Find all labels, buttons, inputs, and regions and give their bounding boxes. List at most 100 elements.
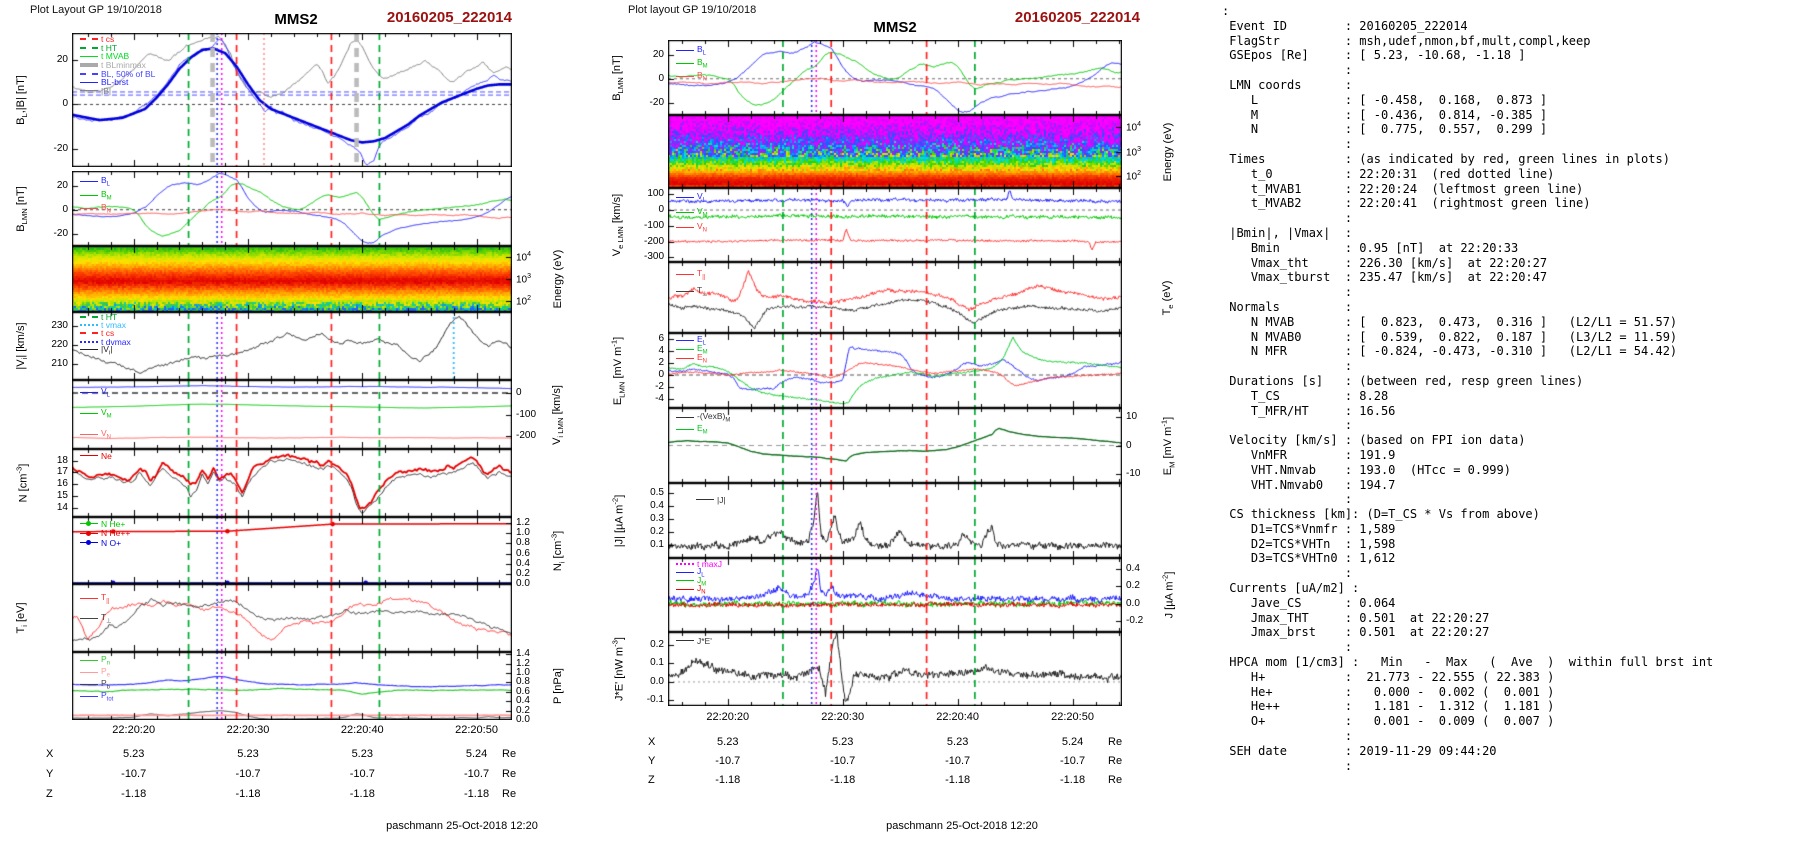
left-y-axis-label: BL,|B| [nT] — [14, 75, 30, 125]
left-ytick-label: 20 — [56, 53, 68, 65]
left-xyz-row-label: X — [46, 748, 54, 760]
left-ytick-label: 14 — [56, 501, 68, 513]
left-ytick-label: 0.8 — [516, 536, 530, 548]
middle-ytick-label: 0.4 — [1126, 562, 1140, 574]
middle-ytick-label: 6 — [658, 332, 664, 344]
middle-time-tick-label: 22:20:30 — [821, 711, 865, 723]
middle-ytick-label: 0 — [658, 368, 664, 380]
left-ytick-label: 104 — [516, 250, 532, 263]
middle-xyz-row-label: X — [648, 736, 656, 748]
left-ytick-label: 0 — [516, 386, 522, 398]
middle-legend-j-lmn: t maxJ JL JM JN — [676, 559, 722, 596]
figure-footer-middle: paschmann 25-Oct-2018 12:20 — [886, 820, 1038, 832]
middle-ytick-label: -4 — [655, 392, 664, 404]
left-xyz-value: 5.23 — [122, 748, 145, 760]
middle-ytick-label: -0.1 — [646, 693, 664, 705]
left-xyz-value: -1.18 — [235, 788, 261, 800]
left-ytick-label: 0.0 — [516, 577, 530, 589]
left-panel-ti — [72, 584, 512, 652]
middle-legend-te: T|| T⊥ — [676, 266, 707, 300]
middle-legend-e-lmn: EL EM EN — [676, 334, 708, 365]
middle-ytick-label: 20 — [652, 48, 664, 60]
left-ytick-label: -20 — [53, 227, 68, 239]
left-xyz-value: -1.18 — [349, 788, 375, 800]
middle-ytick-label: 0.5 — [650, 486, 664, 498]
left-xyz-unit: Re — [502, 788, 517, 800]
middle-xyz-value: -1.18 — [1060, 774, 1086, 786]
middle-right-axis-label: J [µA m-2] — [1160, 571, 1176, 619]
left-xyz-unit: Re — [502, 768, 517, 780]
left-time-tick-label: 22:20:40 — [340, 724, 384, 736]
middle-y-axis-label: Ve LMN [km/s] — [610, 193, 626, 257]
left-y-axis-label: Ti [eV] — [14, 602, 30, 634]
screenshot-root: Plot Layout GP 19/10/2018 MMS2 20160205_… — [0, 0, 1804, 841]
left-time-tick-label: 22:20:50 — [455, 724, 498, 736]
plot-layout-header-middle: Plot layout GP 19/10/2018 — [628, 4, 757, 16]
left-y-axis-label: BLMN [nT] — [14, 185, 30, 232]
middle-xyz-row-label: Z — [648, 774, 655, 786]
middle-ytick-label: 0 — [658, 72, 664, 84]
middle-ytick-label: 0.2 — [1126, 579, 1140, 591]
middle-legend-vexb-em: -(VexB)M EM — [676, 411, 730, 435]
left-legend-pressure: Pn Pe Pb Ptot — [80, 654, 113, 702]
middle-panel-ve-lmn — [668, 188, 1122, 262]
left-legend-ti: T|| T⊥ — [80, 588, 111, 628]
left-panel-vi-mag — [72, 312, 512, 380]
middle-ytick-label: 104 — [1126, 120, 1142, 133]
left-ytick-label: -200 — [516, 429, 537, 441]
left-panel-b-lmn — [72, 171, 512, 246]
middle-xyz-value: 5.23 — [946, 736, 969, 748]
left-right-axis-label: Energy (eV) — [552, 249, 564, 309]
left-xyz-row-label: Z — [46, 788, 53, 800]
event-info-text: : Event ID : 20160205_222014 FlagStr : m… — [1222, 4, 1714, 773]
middle-ytick-label: 0.2 — [650, 638, 664, 650]
figure-footer-left: paschmann 25-Oct-2018 12:20 — [386, 820, 538, 832]
left-xyz-value: -1.18 — [121, 788, 147, 800]
middle-ytick-label: 4 — [658, 344, 664, 356]
middle-xyz-value: 5.24 — [1061, 736, 1084, 748]
middle-xyz-unit: Re — [1108, 755, 1123, 767]
middle-xyz-value: -1.18 — [945, 774, 971, 786]
middle-time-tick-label: 22:20:20 — [706, 711, 750, 723]
middle-xyz-value: -10.7 — [945, 755, 971, 767]
left-legend-vi-lmn: VL VM VN — [80, 382, 112, 445]
middle-xyz-value: -10.7 — [715, 755, 741, 767]
left-legend-minor-ions: N He+ N He++ N O+ — [80, 519, 130, 548]
middle-panel-e-spectrogram — [668, 115, 1122, 188]
middle-xyz-unit: Re — [1108, 736, 1123, 748]
middle-xyz-value: -10.7 — [1060, 755, 1086, 767]
middle-time-tick-label: 22:20:40 — [936, 711, 980, 723]
middle-panel-j-lmn — [668, 558, 1122, 632]
left-xyz-value: 5.23 — [237, 748, 259, 760]
left-panel-ion-spectrogram — [72, 246, 512, 312]
middle-panel-jdote — [668, 632, 1122, 706]
middle-ytick-label: 0.2 — [650, 525, 664, 537]
middle-ytick-label: 0.0 — [650, 675, 664, 687]
middle-ytick-label: -2 — [655, 380, 664, 392]
left-xyz-value: 5.23 — [351, 748, 373, 760]
left-time-tick-label: 22:20:20 — [112, 724, 156, 736]
middle-y-axis-label: J*E' [nW m-3] — [610, 637, 626, 701]
left-ytick-label: 103 — [516, 272, 532, 285]
middle-right-axis-label: EM [mV m-1] — [1159, 416, 1177, 475]
middle-xyz-value: 5.23 — [831, 736, 854, 748]
figure-title-middle: MMS2 — [873, 19, 917, 36]
plot-layout-header-left: Plot Layout GP 19/10/2018 — [30, 4, 162, 16]
middle-legend-jdote: J*E' — [676, 636, 712, 646]
left-legend-vi-mag: t HT t vmax t cs t dvmax |Vi| — [80, 312, 131, 356]
left-legend-b-lmn: BL BM BN — [80, 175, 112, 216]
middle-right-axis-label: Energy (eV) — [1162, 122, 1174, 181]
left-panel-vi-lmn — [72, 380, 512, 449]
middle-ytick-label: -300 — [643, 250, 664, 262]
middle-ytick-label: 0.3 — [650, 512, 664, 524]
left-y-axis-label: N [cm-3] — [14, 463, 30, 503]
middle-y-axis-label: BLMN [nT] — [610, 54, 626, 101]
left-legend-bl-babs: t cs t HT t MVAB t BLminmax BL, 50% of BL BL-… — [80, 34, 155, 96]
middle-xyz-value: -1.18 — [830, 774, 856, 786]
middle-right-axis-label: Te (eV) — [1160, 280, 1176, 315]
middle-ytick-label: -10 — [1126, 467, 1141, 479]
middle-legend-jmag: |J| — [696, 495, 726, 505]
left-ytick-label: 102 — [516, 294, 532, 307]
left-xyz-value: -10.7 — [121, 768, 147, 780]
middle-xyz-value: -1.18 — [715, 774, 741, 786]
